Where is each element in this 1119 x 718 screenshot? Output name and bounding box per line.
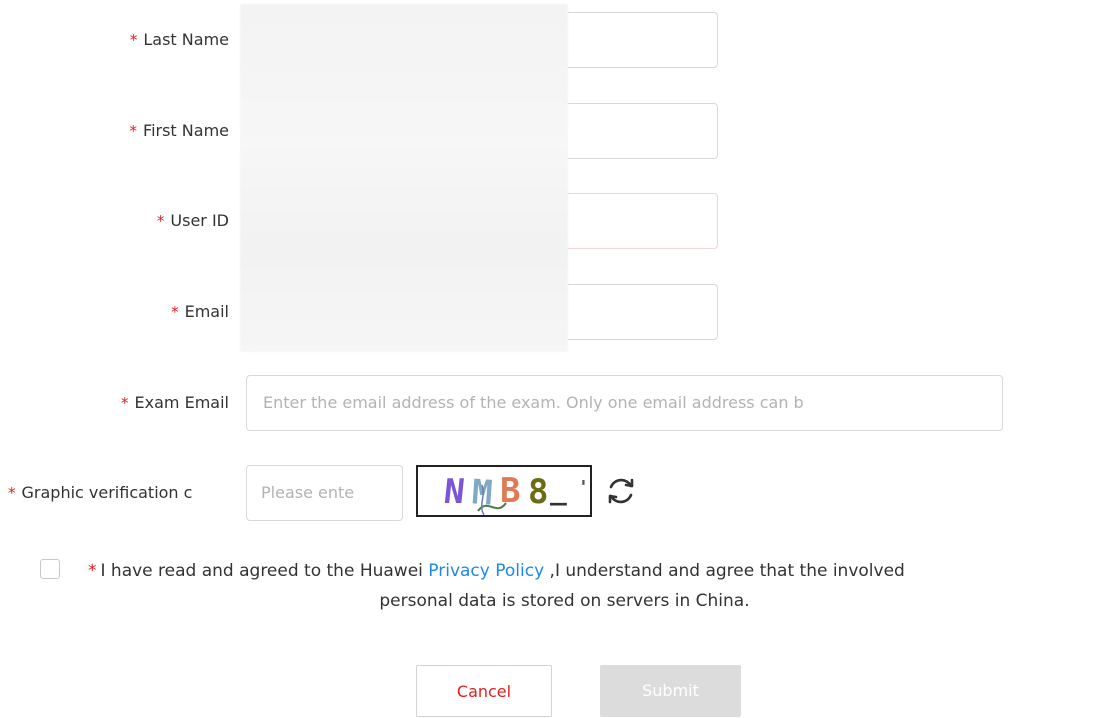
required-mark: * xyxy=(129,122,138,140)
exam-email-label: * Exam Email xyxy=(121,393,229,412)
captcha-noise xyxy=(477,484,507,515)
required-mark: * xyxy=(88,561,97,581)
captcha-image[interactable]: N M B 8 _ ' xyxy=(416,465,592,517)
user-id-label: * User ID xyxy=(156,211,229,230)
required-mark: * xyxy=(156,212,165,230)
privacy-policy-link[interactable]: Privacy Policy xyxy=(428,561,544,581)
refresh-icon[interactable] xyxy=(604,474,638,508)
email-label: * Email xyxy=(171,302,229,321)
submit-button[interactable]: Submit xyxy=(600,665,741,717)
exam-email-input[interactable]: Enter the email address of the exam. Onl… xyxy=(246,375,1003,431)
exam-email-row: * Exam Email Enter the email address of t… xyxy=(0,375,1119,431)
required-mark: * xyxy=(121,394,129,412)
captcha-input[interactable]: Please ente xyxy=(246,465,403,521)
redacted-personal-data xyxy=(240,4,568,352)
required-mark: * xyxy=(171,303,179,321)
required-mark: * xyxy=(129,31,138,49)
last-name-label: * Last Name xyxy=(129,30,229,49)
required-mark: * xyxy=(8,484,16,502)
captcha-label: * Graphic verification c xyxy=(8,483,193,502)
agreement-text: * I have read and agreed to the Huawei Pr… xyxy=(88,561,905,611)
first-name-label: * First Name xyxy=(129,121,229,140)
agree-checkbox[interactable] xyxy=(40,559,60,579)
cancel-button[interactable]: Cancel xyxy=(416,665,552,717)
